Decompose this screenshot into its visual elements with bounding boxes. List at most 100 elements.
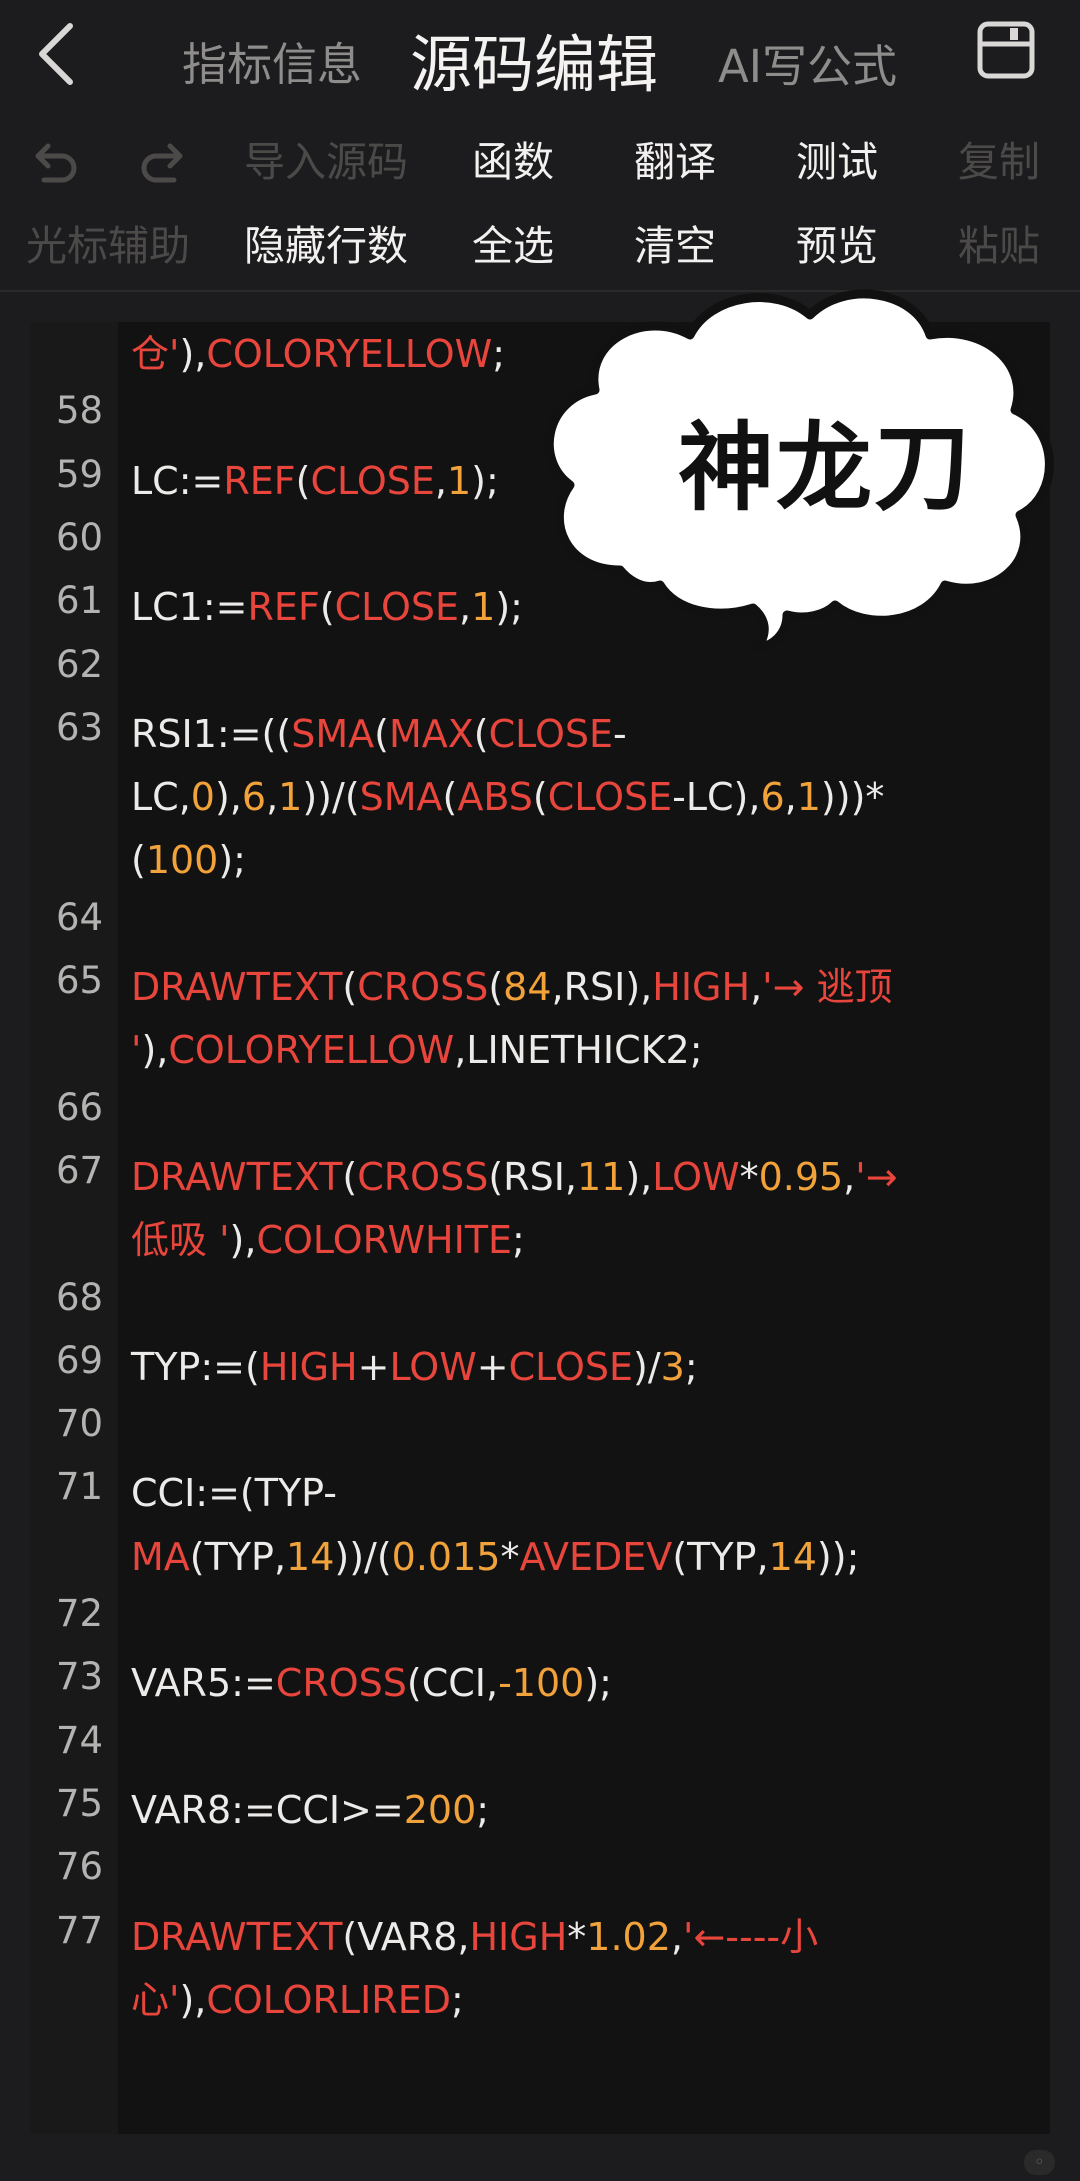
- hide-line-numbers-button[interactable]: 隐藏行数: [244, 206, 408, 286]
- code-token: '→: [855, 1154, 898, 1199]
- code-text: DRAWTEXT(CROSS(RSI,11),LOW*0.95,'→: [131, 1145, 898, 1209]
- code-token: LC1:=: [131, 585, 248, 630]
- code-line: 66: [30, 1082, 1050, 1146]
- line-number: 59: [56, 452, 104, 496]
- line-number: 58: [56, 389, 104, 433]
- code-token: '→ 逃顶: [762, 965, 893, 1009]
- code-token: ),: [229, 1218, 257, 1263]
- code-token: 14: [768, 1534, 817, 1579]
- undo-icon[interactable]: [26, 134, 82, 190]
- code-token: ,: [784, 775, 797, 820]
- line-number: 72: [56, 1592, 104, 1635]
- code-token: LOW: [652, 1154, 740, 1199]
- code-text: CCI:=(TYP-: [131, 1461, 337, 1525]
- code-token: COLORYELLOW: [206, 332, 493, 376]
- code-token: 1: [796, 775, 821, 820]
- copy-button[interactable]: 复制: [958, 122, 1040, 202]
- tab-ai-formula[interactable]: AI写公式: [718, 30, 897, 95]
- line-number: 65: [56, 959, 104, 1002]
- code-text: LC:=REF(CLOSE,1);: [131, 449, 499, 513]
- code-token: );: [495, 585, 523, 630]
- code-token: MA: [131, 1534, 190, 1579]
- save-icon[interactable]: [976, 20, 1036, 80]
- line-number: 69: [56, 1338, 104, 1382]
- code-token: (CCI,: [406, 1661, 499, 1706]
- line-number: 71: [56, 1465, 104, 1509]
- code-line: 76: [30, 1841, 1050, 1905]
- function-button[interactable]: 函数: [472, 122, 554, 202]
- code-text: VAR8:=CCI>=200;: [131, 1778, 489, 1842]
- line-number: 61: [56, 579, 104, 623]
- code-text: 仓'),COLORYELLOW;: [131, 322, 505, 386]
- back-chevron-icon[interactable]: [28, 18, 88, 90]
- code-line: 64: [30, 892, 1050, 956]
- code-token: (: [131, 838, 146, 883]
- code-token: -: [612, 711, 627, 756]
- code-token: *: [739, 1154, 759, 1199]
- cloud-sticker: 神龙刀: [525, 270, 1065, 653]
- code-token: CROSS: [275, 1661, 407, 1706]
- tab-indicator-info[interactable]: 指标信息: [182, 28, 362, 93]
- code-token: REF: [223, 458, 296, 503]
- code-token: '←----小: [682, 1914, 819, 1959]
- line-number: 63: [56, 705, 104, 749]
- code-line: 77 DRAWTEXT(VAR8,HIGH*1.02,'←----小: [30, 1905, 1050, 1969]
- code-text: VAR5:=CROSS(CCI,-100);: [131, 1651, 612, 1715]
- code-token: CLOSE: [547, 775, 673, 820]
- code-token: ,: [670, 1914, 683, 1959]
- code-token: LC:=: [131, 458, 224, 503]
- code-token: ));: [816, 1534, 860, 1579]
- code-line: LC,0),6,1))/(SMA(ABS(CLOSE-LC),6,1)))*: [30, 765, 1050, 829]
- code-token: (: [442, 775, 458, 820]
- code-token: COLORLIRED: [206, 1977, 451, 2022]
- code-line: 70: [30, 1398, 1050, 1462]
- code-token: ),: [179, 332, 207, 376]
- code-token: ,: [459, 585, 472, 630]
- translate-button[interactable]: 翻译: [634, 122, 716, 202]
- cursor-assist-button[interactable]: 光标辅助: [26, 206, 190, 286]
- code-token: DRAWTEXT: [131, 1154, 343, 1199]
- code-token: 11: [576, 1154, 626, 1199]
- code-token: ,LINETHICK2;: [454, 1028, 703, 1073]
- code-text: DRAWTEXT(VAR8,HIGH*1.02,'←----小: [131, 1905, 818, 1969]
- line-number: 60: [56, 515, 104, 559]
- top-navigation: 指标信息 源码编辑 AI写公式: [0, 0, 1080, 116]
- code-text: LC1:=REF(CLOSE,1);: [131, 575, 523, 639]
- code-token: +: [476, 1344, 509, 1389]
- code-token: (TYP,: [189, 1534, 287, 1579]
- tab-source-edit[interactable]: 源码编辑: [410, 14, 658, 104]
- code-token: 心': [131, 1977, 180, 2022]
- code-token: 0.95: [758, 1154, 844, 1199]
- code-token: *: [500, 1534, 520, 1579]
- code-token: ),: [141, 1028, 169, 1073]
- code-line: 73 VAR5:=CROSS(CCI,-100);: [30, 1651, 1050, 1715]
- code-text: '),COLORYELLOW,LINETHICK2;: [131, 1018, 703, 1082]
- code-text: 心'),COLORLIRED;: [131, 1968, 464, 2032]
- code-token: CROSS: [357, 965, 489, 1009]
- code-token: HIGH: [469, 1914, 568, 1959]
- code-token: ;: [512, 1218, 525, 1263]
- code-text: TYP:=(HIGH+LOW+CLOSE)/3;: [131, 1335, 698, 1399]
- code-text: DRAWTEXT(CROSS(84,RSI),HIGH,'→ 逃顶: [131, 955, 893, 1019]
- code-token: AVEDEV: [519, 1534, 673, 1579]
- code-token: RSI1:=((: [131, 711, 292, 756]
- code-line: '),COLORYELLOW,LINETHICK2;: [30, 1018, 1050, 1082]
- import-source-button[interactable]: 导入源码: [244, 122, 408, 202]
- redo-icon[interactable]: [136, 134, 192, 190]
- code-token: (: [473, 711, 489, 756]
- code-token: 仓': [131, 332, 180, 376]
- line-number: 62: [56, 642, 104, 686]
- code-token: VAR8:=CCI>=: [131, 1787, 404, 1832]
- code-token: ;: [450, 1977, 464, 2022]
- code-token: -100: [498, 1661, 585, 1706]
- code-token: ,RSI),: [551, 965, 653, 1009]
- code-token: (: [295, 458, 311, 503]
- code-token: +: [357, 1344, 390, 1389]
- code-token: 3: [660, 1344, 685, 1389]
- code-token: (RSI,: [488, 1154, 577, 1199]
- code-token: HIGH: [259, 1344, 358, 1389]
- code-token: ;: [492, 332, 506, 376]
- code-line: (100);: [30, 828, 1050, 892]
- code-token: );: [471, 458, 499, 503]
- test-button[interactable]: 测试: [796, 122, 878, 202]
